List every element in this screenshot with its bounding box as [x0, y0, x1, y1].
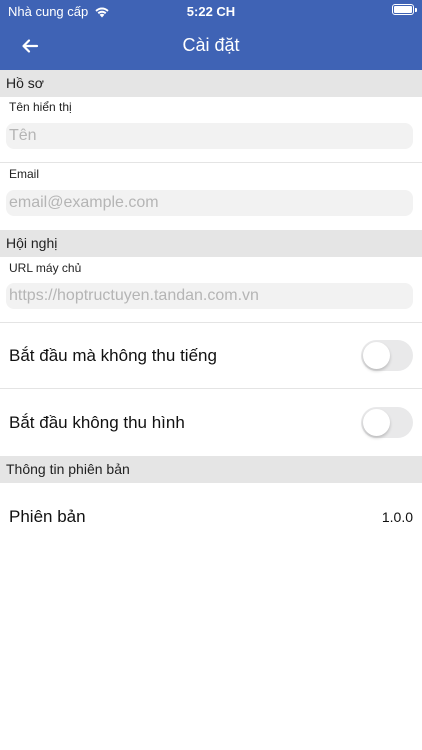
version-value: 1.0.0: [381, 509, 413, 525]
email-input[interactable]: email@example.com: [6, 190, 413, 216]
section-header-profile: Hồ sơ: [0, 70, 422, 97]
toggle-knob: [363, 342, 390, 369]
divider: [0, 322, 422, 323]
start-audio-muted-toggle[interactable]: [361, 340, 413, 371]
start-video-muted-label: Bắt đầu không thu hình: [9, 413, 185, 432]
display-name-label: Tên hiển thị: [9, 100, 72, 114]
battery-icon: [392, 4, 417, 15]
start-video-muted-toggle[interactable]: [361, 407, 413, 438]
divider: [0, 388, 422, 389]
app-header: Nhà cung cấp 5:22 CH Cài đặt: [0, 0, 422, 70]
divider: [0, 162, 422, 163]
version-label: Phiên bản: [9, 507, 86, 526]
status-bar: Nhà cung cấp 5:22 CH: [0, 0, 422, 22]
section-header-version: Thông tin phiên bản: [0, 456, 422, 483]
toggle-knob: [363, 409, 390, 436]
email-label: Email: [9, 167, 40, 181]
section-header-conference: Hội nghị: [0, 230, 422, 257]
server-url-input[interactable]: https://hoptructuyen.tandan.com.vn: [6, 283, 413, 309]
server-url-label: URL máy chủ: [9, 261, 82, 275]
display-name-input[interactable]: Tên: [6, 123, 413, 149]
start-audio-muted-label: Bắt đầu mà không thu tiếng: [9, 346, 217, 365]
navigation-bar: Cài đặt: [0, 22, 422, 70]
status-time: 5:22 CH: [186, 4, 236, 19]
page-title: Cài đặt: [182, 35, 240, 55]
